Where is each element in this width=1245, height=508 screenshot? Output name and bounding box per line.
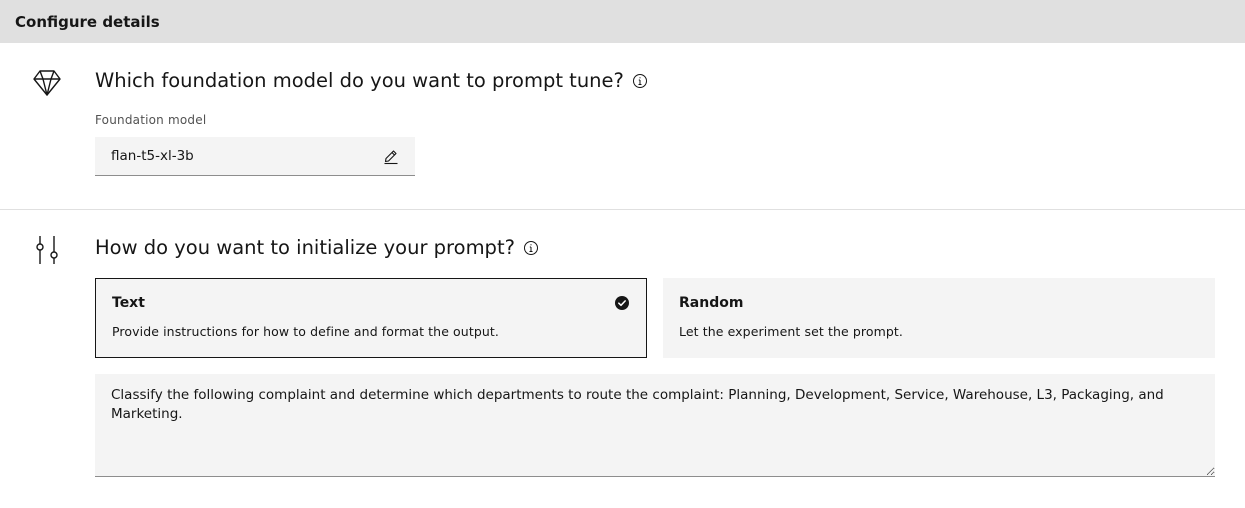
model-heading-text: Which foundation model do you want to pr… — [95, 69, 624, 92]
tile-text[interactable]: Text Provide instructions for how to def… — [95, 278, 647, 358]
prompt-textarea[interactable]: Classify the following complaint and det… — [95, 374, 1215, 477]
tile-description: Let the experiment set the prompt. — [679, 324, 903, 339]
section-divider — [0, 209, 1245, 210]
tile-random[interactable]: Random Let the experiment set the prompt… — [663, 278, 1215, 358]
info-icon[interactable] — [632, 73, 648, 89]
tile-title: Random — [679, 295, 744, 311]
prompt-heading-text: How do you want to initialize your promp… — [95, 236, 515, 259]
prompt-heading: How do you want to initialize your promp… — [95, 236, 539, 259]
tile-title: Text — [112, 295, 145, 311]
tile-description: Provide instructions for how to define a… — [112, 324, 499, 339]
model-heading: Which foundation model do you want to pr… — [95, 69, 648, 92]
foundation-model-field[interactable]: flan-t5-xl-3b — [95, 137, 415, 176]
checkmark-filled-icon — [614, 295, 630, 311]
edit-icon[interactable] — [383, 149, 399, 165]
diamond-icon — [32, 69, 62, 97]
page-title: Configure details — [15, 12, 160, 31]
page-header: Configure details — [0, 0, 1245, 43]
sliders-icon — [34, 234, 60, 266]
foundation-model-value: flan-t5-xl-3b — [111, 148, 194, 164]
info-icon[interactable] — [523, 240, 539, 256]
foundation-model-label: Foundation model — [95, 113, 207, 127]
